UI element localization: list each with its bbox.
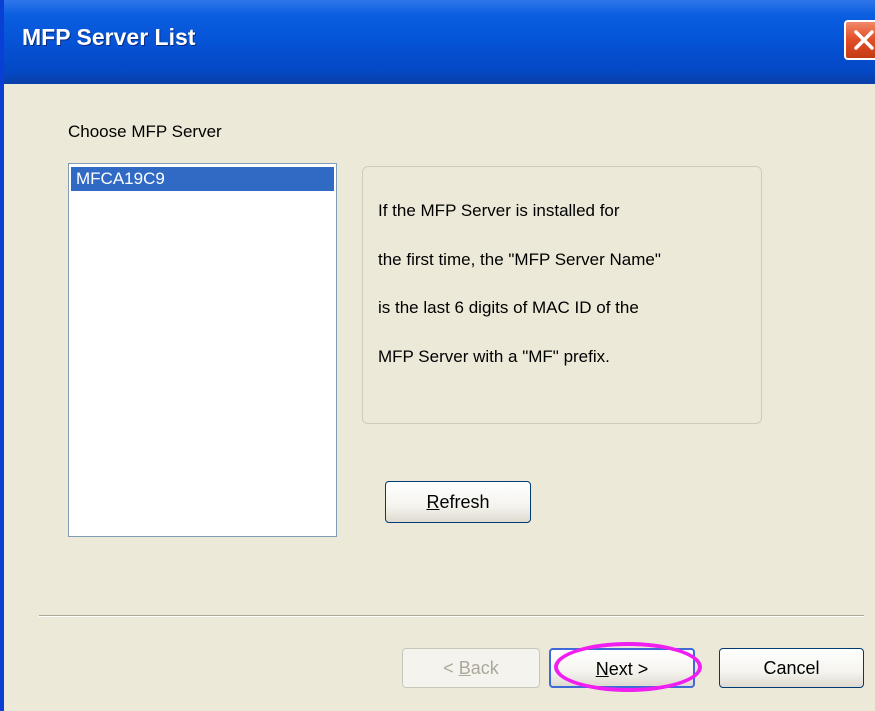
mfp-server-list-dialog: MFP Server List Choose MFP Server MFCA19… bbox=[0, 0, 875, 711]
info-text-line: If the MFP Server is installed for bbox=[378, 201, 620, 220]
window-title: MFP Server List bbox=[22, 24, 196, 50]
back-mnemonic: B bbox=[458, 658, 471, 678]
title-bar[interactable]: MFP Server List bbox=[4, 0, 875, 84]
server-listbox[interactable]: MFCA19C9 bbox=[68, 163, 337, 537]
back-button[interactable]: < Back bbox=[402, 648, 540, 688]
next-mnemonic: N bbox=[595, 659, 609, 679]
refresh-button[interactable]: Refresh bbox=[385, 481, 531, 523]
info-text-line: MFP Server with a "MF" prefix. bbox=[378, 347, 610, 366]
next-label: ext > bbox=[608, 659, 649, 679]
refresh-mnemonic: R bbox=[426, 492, 440, 512]
back-label: ack bbox=[470, 658, 499, 678]
cancel-button[interactable]: Cancel bbox=[719, 648, 864, 688]
info-groupbox: If the MFP Server is installed for the f… bbox=[362, 166, 762, 424]
divider bbox=[39, 615, 864, 617]
list-item[interactable]: MFCA19C9 bbox=[71, 167, 334, 191]
refresh-label: efresh bbox=[439, 492, 490, 512]
info-text-line: is the last 6 digits of MAC ID of the bbox=[378, 298, 639, 317]
next-button[interactable]: Next > bbox=[549, 648, 695, 688]
choose-server-label: Choose MFP Server bbox=[68, 122, 222, 141]
close-button[interactable] bbox=[844, 20, 875, 60]
info-text-line: the first time, the "MFP Server Name" bbox=[378, 250, 661, 269]
close-icon bbox=[854, 30, 874, 50]
back-prefix: < bbox=[443, 658, 459, 678]
